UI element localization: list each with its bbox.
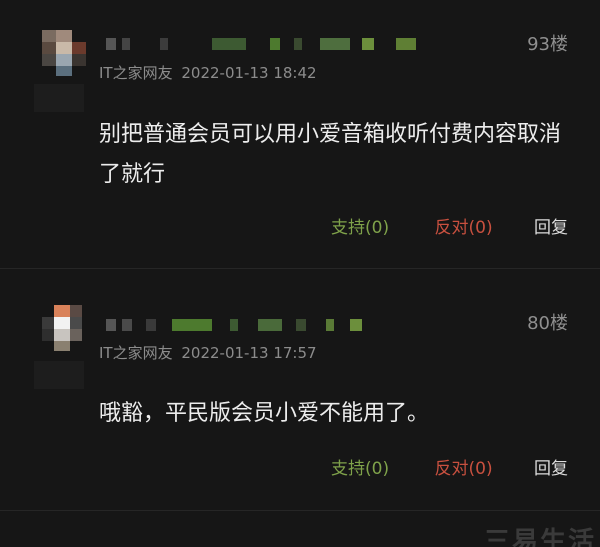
- comment-source: IT之家网友: [99, 344, 173, 362]
- oppose-button[interactable]: 反对(0): [435, 454, 493, 479]
- comment-source: IT之家网友: [99, 64, 173, 82]
- comment-actions: 支持(0) 反对(0) 回复: [331, 213, 568, 238]
- comment-actions: 支持(0) 反对(0) 回复: [331, 454, 568, 479]
- username-censored: [100, 319, 430, 335]
- support-button[interactable]: 支持(0): [331, 213, 389, 238]
- comment-item: 80楼 IT之家网友 2022-01-13 17:57 哦豁，平民版会员小爱不能…: [0, 269, 600, 510]
- comment-text: 别把普通会员可以用小爱音箱收听付费内容取消了就行: [99, 122, 562, 187]
- avatar[interactable]: [36, 305, 88, 351]
- avatar-shadow: [34, 84, 84, 112]
- comment-text: 哦豁，平民版会员小爱不能用了。: [99, 401, 430, 426]
- comment-meta: IT之家网友 2022-01-13 18:42: [99, 62, 317, 83]
- support-button[interactable]: 支持(0): [331, 454, 389, 479]
- username-censored: [100, 38, 430, 54]
- comment-item: 93楼 IT之家网友 2022-01-13 18:42 别把普通会员可以用小爱音…: [0, 0, 600, 268]
- reply-button[interactable]: 回复: [534, 454, 568, 479]
- floor-number: 93楼: [527, 34, 568, 55]
- divider: [0, 510, 600, 511]
- comment-meta: IT之家网友 2022-01-13 17:57: [99, 342, 317, 363]
- reply-button[interactable]: 回复: [534, 213, 568, 238]
- comment-time: 2022-01-13 18:42: [181, 64, 317, 82]
- avatar-shadow: [34, 361, 84, 389]
- avatar[interactable]: [36, 30, 88, 76]
- floor-number: 80楼: [527, 313, 568, 334]
- oppose-button[interactable]: 反对(0): [435, 213, 493, 238]
- watermark: 三易生活: [483, 527, 596, 547]
- comment-time: 2022-01-13 17:57: [181, 344, 317, 362]
